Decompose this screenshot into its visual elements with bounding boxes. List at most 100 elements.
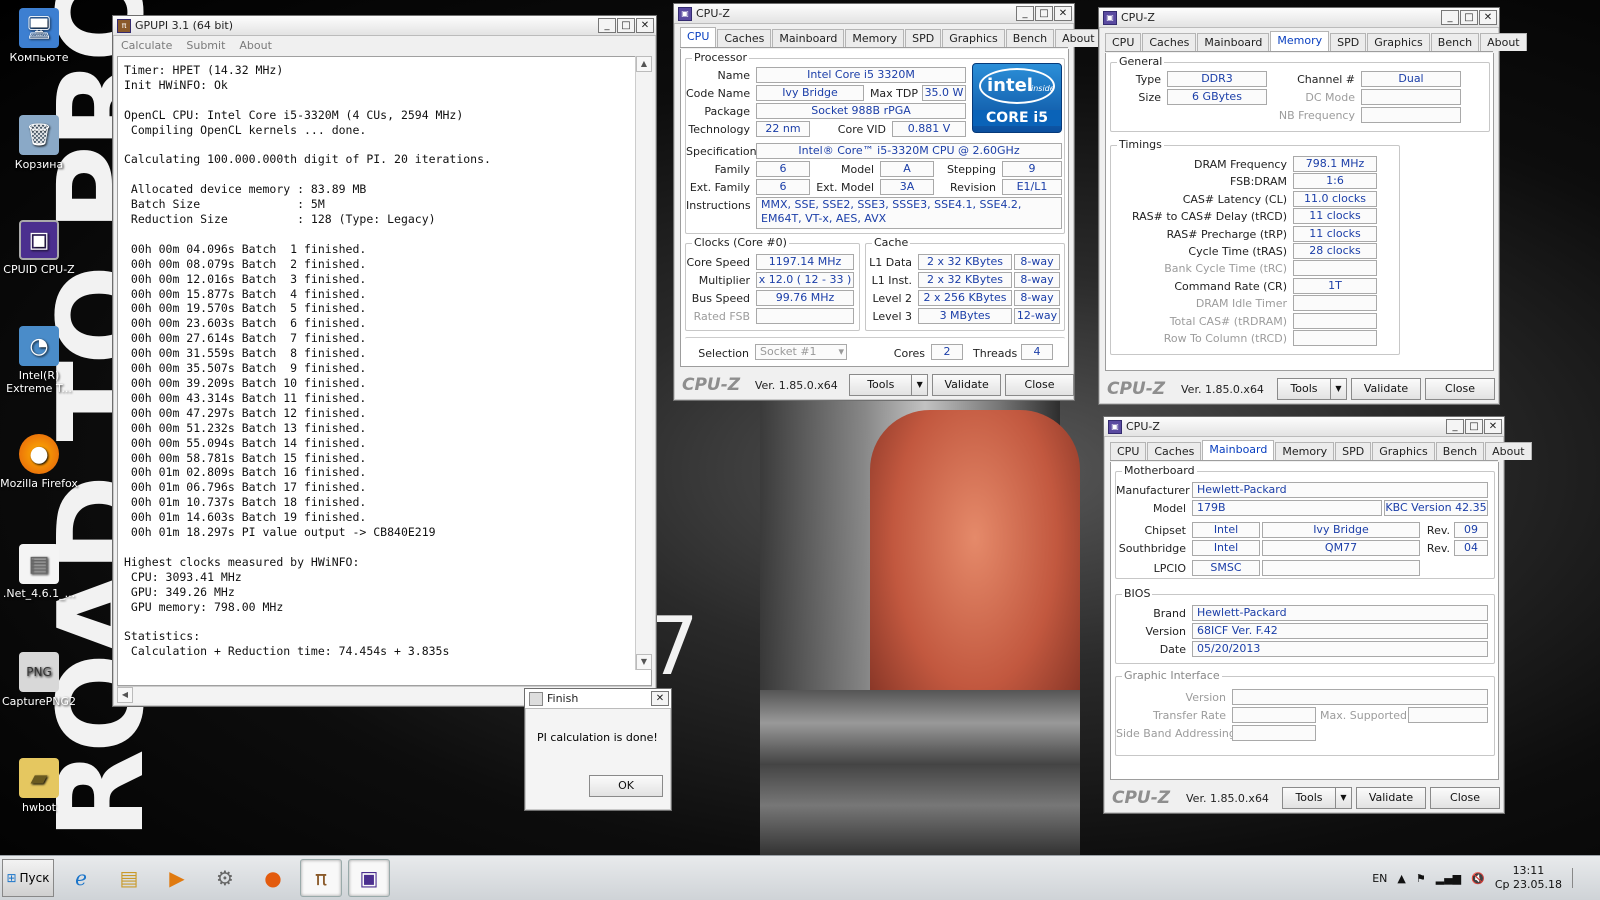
taskbar-cpuz[interactable]: ▣: [348, 859, 390, 897]
minimize-button[interactable]: _: [1441, 10, 1459, 25]
tools-button[interactable]: Tools ▼: [1282, 787, 1352, 809]
desktop-icon-capturepng[interactable]: PNG CapturePNG2: [0, 652, 78, 708]
multiplier-value: x 12.0 ( 12 - 33 ): [756, 272, 854, 288]
tab-spd[interactable]: SPD: [1335, 442, 1372, 460]
show-hidden-icons-icon[interactable]: ▲: [1397, 872, 1405, 885]
close-button[interactable]: ✕: [636, 18, 654, 33]
extmodel-value: 3A: [880, 179, 934, 195]
menu-about[interactable]: About: [239, 39, 272, 52]
volume-muted-icon[interactable]: 🔇: [1471, 872, 1485, 885]
vertical-scrollbar[interactable]: ▲ ▼: [635, 56, 652, 670]
intel-logo-text: intel: [987, 75, 1033, 96]
scroll-up-icon[interactable]: ▲: [636, 56, 652, 72]
close-button[interactable]: ✕: [1484, 419, 1502, 434]
taskbar-explorer[interactable]: ▤: [108, 859, 150, 897]
chevron-down-icon[interactable]: ▼: [1330, 379, 1346, 399]
network-icon[interactable]: ▂▄▆: [1436, 872, 1461, 885]
taskbar-media-player[interactable]: ▶: [156, 859, 198, 897]
menu-submit[interactable]: Submit: [186, 39, 225, 52]
tab-about[interactable]: About: [1055, 29, 1102, 47]
validate-button[interactable]: Validate: [1351, 378, 1421, 400]
menu-calculate[interactable]: Calculate: [121, 39, 172, 52]
close-button[interactable]: Close: [1430, 787, 1500, 809]
scroll-down-icon[interactable]: ▼: [636, 654, 652, 670]
desktop-icon-net[interactable]: ▤ .Net_4.6.1_...: [0, 544, 78, 600]
validate-button[interactable]: Validate: [1356, 787, 1426, 809]
validate-button[interactable]: Validate: [932, 374, 1002, 396]
gpupi-titlebar[interactable]: π GPUPI 3.1 (64 bit) _ □ ✕: [113, 16, 656, 36]
manufacturer-value: Hewlett-Packard: [1192, 482, 1488, 498]
tab-cpu[interactable]: CPU: [1110, 442, 1147, 460]
taskbar-ie[interactable]: ℯ: [60, 859, 102, 897]
desktop-icon-hwbot[interactable]: ▰ hwbot: [0, 758, 78, 814]
maximize-button[interactable]: □: [1460, 10, 1478, 25]
tools-label: Tools: [1290, 382, 1318, 395]
maximize-button[interactable]: □: [1035, 6, 1053, 21]
scroll-left-icon[interactable]: ◀: [117, 687, 133, 703]
intel-core-i5-logo: intel inside CORE i5: [972, 63, 1062, 133]
close-button[interactable]: Close: [1425, 378, 1495, 400]
tab-spd[interactable]: SPD: [1330, 33, 1367, 51]
model-value: 179B: [1192, 500, 1382, 516]
tab-memory[interactable]: Memory: [1270, 31, 1330, 51]
cpuz-titlebar[interactable]: ▣ CPU-Z _ □ ✕: [1104, 417, 1504, 437]
tab-cpu[interactable]: CPU: [1105, 33, 1142, 51]
language-indicator[interactable]: EN: [1372, 872, 1387, 885]
date-label: Date: [1159, 643, 1186, 656]
tab-graphics[interactable]: Graphics: [942, 29, 1005, 47]
desktop-icon-firefox[interactable]: ● Mozilla Firefox: [0, 434, 78, 490]
tab-cpu[interactable]: CPU: [680, 27, 717, 47]
chipset-rev: 09: [1454, 522, 1488, 538]
chevron-down-icon[interactable]: ▼: [911, 375, 927, 395]
desktop-icon-cpuz[interactable]: ▣ CPUID CPU-Z: [0, 220, 78, 276]
tab-bench[interactable]: Bench: [1005, 29, 1055, 47]
chipset-name: Ivy Bridge: [1262, 522, 1420, 538]
desktop-icon-recycle-bin[interactable]: 🗑 Корзина: [0, 115, 78, 171]
tab-graphics[interactable]: Graphics: [1372, 442, 1435, 460]
cpuz-titlebar[interactable]: ▣ CPU-Z _ □ ✕: [674, 4, 1074, 24]
clock[interactable]: 13:11 Ср 23.05.18: [1495, 864, 1562, 892]
selection-row: Selection Socket #1 ▾ Cores 2 Threads 4: [685, 337, 1065, 363]
tab-memory[interactable]: Memory: [845, 29, 905, 47]
close-button[interactable]: ✕: [1479, 10, 1497, 25]
tab-graphics[interactable]: Graphics: [1367, 33, 1430, 51]
close-button[interactable]: Close: [1005, 374, 1074, 396]
desktop-icon-intel-xtu[interactable]: ◔ Intel(R) Extreme T...: [0, 326, 78, 395]
start-button[interactable]: ⊞ Пуск: [2, 859, 54, 897]
tab-about[interactable]: About: [1480, 33, 1527, 51]
show-desktop-button[interactable]: [1572, 868, 1586, 888]
taskbar-gpupi[interactable]: π: [300, 859, 342, 897]
tab-caches[interactable]: Caches: [1147, 442, 1202, 460]
cpuz-titlebar[interactable]: ▣ CPU-Z _ □ ✕: [1099, 8, 1499, 28]
tab-mainboard[interactable]: Mainboard: [772, 29, 845, 47]
close-button[interactable]: ✕: [651, 691, 669, 706]
tab-bench[interactable]: Bench: [1435, 442, 1485, 460]
gpupi-console[interactable]: Timer: HPET (14.32 MHz) Init HWiNFO: Ok Op…: [117, 56, 652, 686]
close-button[interactable]: ✕: [1054, 6, 1072, 21]
tools-button[interactable]: Tools ▼: [1277, 378, 1347, 400]
timing-label: RAS# Precharge (tRP): [1166, 227, 1287, 241]
minimize-button[interactable]: _: [1016, 6, 1034, 21]
tab-memory[interactable]: Memory: [1275, 442, 1335, 460]
tools-button[interactable]: Tools ▼: [849, 374, 929, 396]
minimize-button[interactable]: _: [1446, 419, 1464, 434]
taskbar-firefox[interactable]: ●: [252, 859, 294, 897]
chevron-down-icon[interactable]: ▼: [1335, 788, 1351, 808]
minimize-button[interactable]: _: [598, 18, 616, 33]
ok-button[interactable]: OK: [589, 775, 663, 797]
maximize-button[interactable]: □: [1465, 419, 1483, 434]
finish-titlebar[interactable]: Finish ✕: [525, 689, 671, 709]
console-line: 00h 01m 10.737s Batch 18 finished.: [124, 495, 367, 510]
taskbar-tools[interactable]: ⚙: [204, 859, 246, 897]
tab-spd[interactable]: SPD: [905, 29, 942, 47]
action-center-icon[interactable]: ⚑: [1416, 872, 1426, 885]
tab-caches[interactable]: Caches: [1142, 33, 1197, 51]
socket-select[interactable]: Socket #1 ▾: [755, 344, 847, 360]
tab-mainboard[interactable]: Mainboard: [1202, 440, 1275, 460]
desktop-icon-computer[interactable]: 🖥 Компьюте: [0, 8, 78, 64]
tab-bench[interactable]: Bench: [1430, 33, 1480, 51]
tab-about[interactable]: About: [1485, 442, 1532, 460]
maximize-button[interactable]: □: [617, 18, 635, 33]
tab-caches[interactable]: Caches: [717, 29, 772, 47]
tab-mainboard[interactable]: Mainboard: [1197, 33, 1270, 51]
